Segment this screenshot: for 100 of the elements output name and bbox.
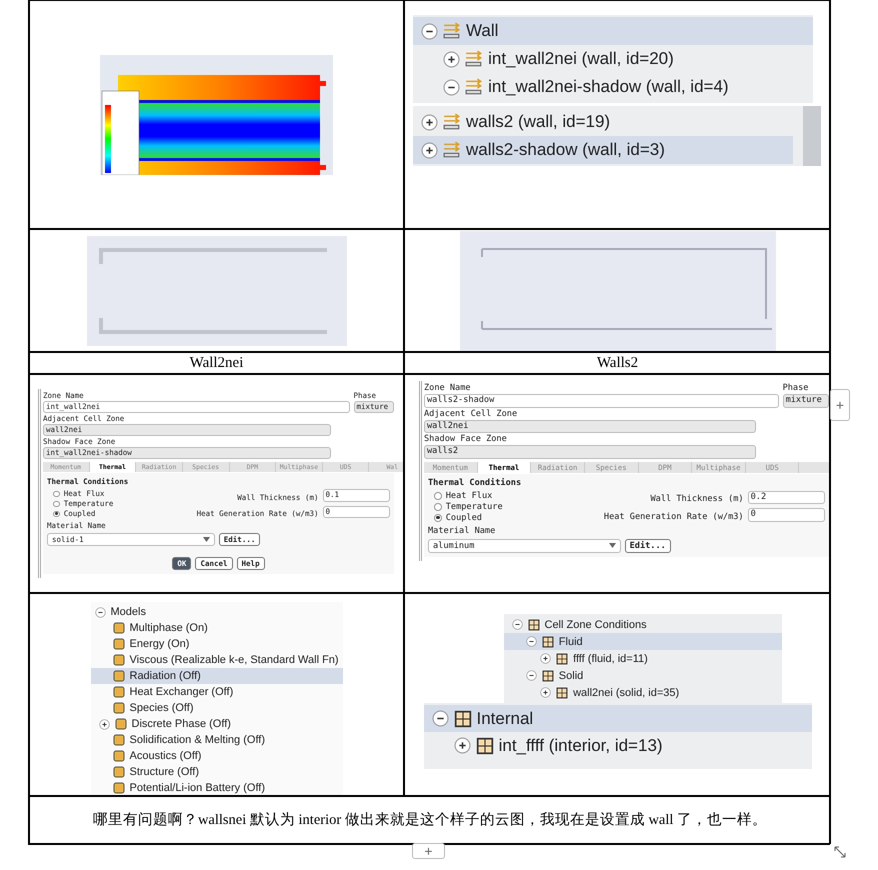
tree-item[interactable]: int_ffff (interior, id=13) <box>424 732 812 759</box>
tree-item-label: Heat Exchanger (Off) <box>130 686 234 698</box>
tree-item[interactable]: wall2nei (solid, id=35) <box>504 684 782 701</box>
add-column-button[interactable]: + <box>830 389 850 421</box>
tree-item[interactable]: walls2-shadow (wall, id=3) <box>413 136 793 164</box>
input-field[interactable]: mixture <box>782 394 829 408</box>
input-field[interactable]: wall2nei <box>424 420 756 434</box>
model-icon <box>112 622 124 634</box>
tree-item-label: Acoustics (Off) <box>130 750 202 762</box>
expand-icon[interactable] <box>454 737 471 754</box>
radio-label: Heat Flux <box>446 490 492 501</box>
tree-item-label: Multiphase (On) <box>130 622 208 634</box>
tree-item-label: Internal <box>476 708 534 728</box>
collapse-icon[interactable] <box>526 636 537 647</box>
grid-icon <box>454 710 472 728</box>
expand-icon[interactable] <box>540 687 552 698</box>
material-dropdown[interactable]: aluminum <box>428 538 621 553</box>
collapse-icon[interactable] <box>94 606 106 618</box>
tree-item[interactable]: Fluid <box>504 633 782 650</box>
tree-item[interactable]: Species (Off) <box>90 700 342 716</box>
tree-item[interactable]: Wall <box>413 17 813 45</box>
resize-handle-icon[interactable] <box>832 844 848 860</box>
grid-icon <box>528 618 540 630</box>
collapse-icon[interactable] <box>512 619 522 630</box>
tree-item[interactable]: ffff (fluid, id=11) <box>504 650 782 667</box>
model-icon <box>112 670 124 682</box>
tree-item[interactable]: Acoustics (Off) <box>90 748 342 764</box>
tree-item-label: ffff (fluid, id=11) <box>573 652 648 664</box>
add-row-button[interactable]: + <box>412 843 445 859</box>
radio-button[interactable] <box>434 502 442 511</box>
tree-item[interactable]: Discrete Phase (Off) <box>90 716 342 732</box>
tree-item-label: int_wall2nei-shadow (wall, id=4) <box>488 77 729 97</box>
tree-item[interactable]: Structure (Off) <box>90 764 342 780</box>
field-label: Material Name <box>428 526 496 536</box>
tree-item-label: Potential/Li-ion Battery (Off) <box>130 782 266 794</box>
model-icon <box>112 750 124 762</box>
tree-item[interactable]: Multiphase (On) <box>90 620 342 636</box>
expand-icon[interactable] <box>421 114 438 130</box>
tree-item-label: wall2nei (solid, id=35) <box>573 686 680 698</box>
tree-item[interactable]: Models <box>90 604 342 620</box>
expand-icon[interactable] <box>98 718 110 730</box>
caret-icon <box>608 543 616 548</box>
input-field[interactable]: 0.2 <box>748 490 825 504</box>
tree-item[interactable]: Cell Zone Conditions <box>504 616 782 633</box>
tree-item[interactable]: int_wall2nei-shadow (wall, id=4) <box>413 73 813 101</box>
model-icon <box>112 702 124 714</box>
expand-icon[interactable] <box>443 50 460 68</box>
tree-item[interactable]: walls2 (wall, id=19) <box>413 108 793 136</box>
wall-zone-icon <box>443 22 461 40</box>
tree-item-label: walls2 (wall, id=19) <box>466 112 610 132</box>
collapse-icon[interactable] <box>526 670 537 681</box>
tree-item-label: walls2-shadow (wall, id=3) <box>466 140 665 160</box>
collapse-icon[interactable] <box>432 710 448 727</box>
field-label: Phase <box>782 383 810 393</box>
expand-icon[interactable] <box>540 653 552 664</box>
radio-button[interactable] <box>434 514 442 522</box>
tree-item[interactable]: Energy (On) <box>90 636 342 652</box>
tree-item-label: Discrete Phase (Off) <box>132 718 231 730</box>
edit-button[interactable]: Edit... <box>624 538 671 553</box>
tree-item[interactable]: Solidification & Melting (Off) <box>90 732 342 748</box>
tree-item-label: Radiation (Off) <box>130 670 201 682</box>
field-label: Adjacent Cell Zone <box>424 408 518 419</box>
radio-button[interactable] <box>53 510 60 518</box>
tree-item[interactable]: Potential/Li-ion Battery (Off) <box>90 780 342 795</box>
tree-item-label: Structure (Off) <box>130 766 199 778</box>
field-label: Heat Generation Rate (w/m3) <box>604 512 744 522</box>
question-text: 哪里有问题啊？wallsnei 默认为 interior 做出来就是这个样子的云图，我现在是设置成 wall 了，也一样。 <box>92 811 768 830</box>
tree-item[interactable]: Viscous (Realizable k-e, Standard Wall Fn) <box>90 652 342 668</box>
grid-icon <box>476 736 494 754</box>
section-title: Thermal Conditions <box>428 478 522 488</box>
radio-label: Coupled <box>446 512 482 523</box>
tree-item[interactable]: Radiation (Off) <box>90 668 342 684</box>
radio-label: Temperature <box>446 502 503 512</box>
model-icon <box>112 638 124 650</box>
field-label: Zone Name <box>424 383 472 393</box>
radio-button[interactable] <box>434 492 442 500</box>
wall-zone-icon <box>465 78 484 96</box>
input-field[interactable]: walls2-shadow <box>424 394 779 408</box>
radio-button[interactable] <box>53 500 60 508</box>
collapse-icon[interactable] <box>421 22 438 40</box>
field-label: Wall Thickness (m) <box>650 494 744 504</box>
tree-item[interactable]: Heat Exchanger (Off) <box>90 684 342 700</box>
scrollbar[interactable] <box>803 106 821 166</box>
tree-item-label: Species (Off) <box>130 702 194 714</box>
input-field[interactable]: walls2 <box>424 445 756 459</box>
tree-item-label: Cell Zone Conditions <box>544 618 647 630</box>
wall-zone-icon <box>443 141 461 159</box>
grid-icon <box>556 652 568 664</box>
model-icon <box>112 766 124 778</box>
radio-button[interactable] <box>53 490 60 498</box>
wall-zone-icon <box>443 113 461 131</box>
expand-icon[interactable] <box>421 142 438 158</box>
tree-item-label: int_wall2nei (wall, id=20) <box>488 49 674 69</box>
caption: Wall2nei <box>190 354 244 372</box>
grid-icon <box>542 636 554 648</box>
input-field[interactable]: 0 <box>748 508 825 522</box>
tree-item[interactable]: int_wall2nei (wall, id=20) <box>413 45 813 73</box>
tree-item[interactable]: Internal <box>424 705 812 732</box>
tree-item[interactable]: Solid <box>504 667 782 684</box>
tree-item-label: int_ffff (interior, id=13) <box>498 736 663 756</box>
